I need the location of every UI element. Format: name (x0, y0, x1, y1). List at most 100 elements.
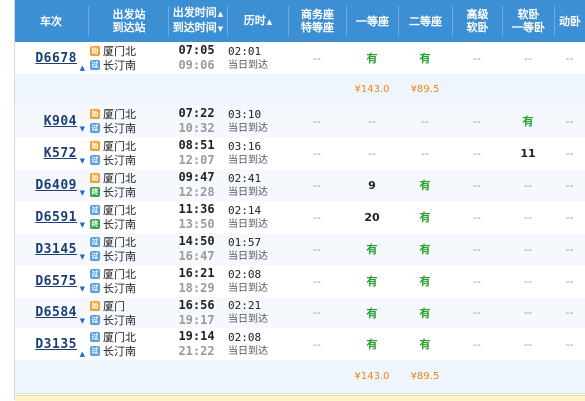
seat-soft-sleeper[interactable]: -- (502, 169, 554, 201)
seat-soft-sleeper[interactable]: -- (502, 265, 554, 297)
to-station: 长汀南 (103, 345, 136, 358)
table-row: K904 ▼ 始厦门北过长汀南 07:22 10:32 03:10 当日到达 -- -- -- --… (15, 105, 585, 138)
seat-business[interactable]: -- (288, 42, 346, 74)
seat-soft-sleeper[interactable]: -- (502, 328, 554, 360)
seat-high-soft-sleeper[interactable]: -- (452, 233, 502, 265)
seat-motor-sleeper[interactable]: -- (554, 233, 585, 265)
seat-first-class[interactable]: -- (346, 137, 398, 169)
to-station: 长汀南 (103, 186, 136, 199)
expand-down-icon[interactable]: ▼ (80, 125, 85, 133)
seat-business[interactable]: -- (288, 105, 346, 137)
expand-down-icon[interactable]: ▼ (80, 285, 85, 293)
seat-high-soft-sleeper[interactable]: -- (452, 328, 502, 360)
train-number-cell: D6678 ▲ (15, 42, 87, 74)
seat-motor-sleeper[interactable]: -- (554, 201, 585, 233)
seat-business[interactable]: -- (288, 169, 346, 201)
sort-duration-icon[interactable]: ▲ (267, 18, 272, 26)
seat-second-class-value: 有 (419, 179, 431, 192)
seat-business[interactable]: -- (288, 328, 346, 360)
seat-first-class[interactable]: 有 (346, 328, 398, 360)
expand-down-icon[interactable]: ▼ (80, 317, 85, 325)
seat-first-class[interactable]: 9 (346, 169, 398, 201)
seat-business[interactable]: -- (288, 201, 346, 233)
seat-motor-sleeper[interactable]: -- (554, 328, 585, 360)
duration-cell: 02:21 当日到达 (228, 297, 288, 328)
seat-second-class-value: 有 (419, 306, 431, 320)
seat-first-class-value: 有 (366, 52, 378, 65)
price-first-class-cell: ¥143.0 (346, 74, 398, 105)
seat-motor-sleeper-value: -- (565, 51, 574, 65)
seat-first-class[interactable]: 有 (346, 42, 398, 74)
seat-first-class[interactable]: 20 (346, 201, 398, 233)
expand-down-icon[interactable]: ▼ (80, 157, 85, 165)
seat-second-class[interactable]: 有 (398, 265, 452, 297)
seat-motor-sleeper[interactable]: -- (554, 137, 585, 169)
seat-first-class-value: 有 (366, 306, 378, 320)
seat-high-soft-sleeper[interactable]: -- (452, 169, 502, 201)
train-number-cell: D6584 ▼ (15, 297, 87, 328)
notice-bar (15, 395, 585, 401)
seat-motor-sleeper[interactable]: -- (554, 297, 585, 328)
seat-soft-sleeper[interactable]: -- (502, 42, 554, 74)
expand-up-icon[interactable]: ▲ (80, 350, 85, 358)
seat-soft-sleeper[interactable]: 有 (502, 105, 554, 137)
expand-up-icon[interactable]: ▲ (80, 64, 85, 72)
header-times[interactable]: 出发时间▲ 到达时间▼ (169, 0, 227, 42)
train-number-link[interactable]: K904 (44, 114, 77, 129)
seat-high-soft-sleeper[interactable]: -- (452, 137, 502, 169)
seat-business[interactable]: -- (288, 297, 346, 328)
arrival-time: 09:06 (178, 58, 215, 72)
train-number-link[interactable]: D6591 (35, 210, 77, 225)
train-number-link[interactable]: D6678 (35, 51, 77, 66)
train-number-link[interactable]: K572 (44, 146, 77, 161)
train-number-link[interactable]: D6409 (35, 178, 77, 193)
departure-time: 07:22 (178, 106, 215, 120)
seat-high-soft-sleeper[interactable]: -- (452, 297, 502, 328)
header-duration[interactable]: 历时▲ (228, 0, 288, 42)
seat-second-class[interactable]: -- (398, 105, 452, 137)
expand-down-icon[interactable]: ▼ (80, 189, 85, 197)
seat-motor-sleeper[interactable]: -- (554, 42, 585, 74)
expand-down-icon[interactable]: ▼ (80, 221, 85, 229)
stations-cell: 过厦门北终长汀南 (90, 201, 166, 233)
arrival-time: 21:22 (178, 344, 215, 358)
seat-soft-sleeper[interactable]: -- (502, 297, 554, 328)
train-number-cell: D3145 ▼ (15, 233, 87, 265)
seat-second-class[interactable]: 有 (398, 169, 452, 201)
train-number-link[interactable]: D3135 (35, 337, 77, 352)
table-row: D3135 ▲ 过厦门北过长汀南 19:14 21:22 02:08 当日到达 -- 有有 -- -… (15, 328, 585, 361)
seat-high-soft-sleeper[interactable]: -- (452, 201, 502, 233)
seat-high-soft-sleeper[interactable]: -- (452, 105, 502, 137)
seat-soft-sleeper[interactable]: 11 (502, 137, 554, 169)
seat-first-class[interactable]: 有 (346, 233, 398, 265)
seat-business[interactable]: -- (288, 265, 346, 297)
seat-second-class[interactable]: -- (398, 137, 452, 169)
seat-soft-sleeper[interactable]: -- (502, 201, 554, 233)
seat-motor-sleeper[interactable]: -- (554, 169, 585, 201)
arrival-day: 当日到达 (228, 59, 268, 71)
seat-business[interactable]: -- (288, 233, 346, 265)
seat-second-class[interactable]: 有 (398, 328, 452, 360)
seat-business[interactable]: -- (288, 137, 346, 169)
price-second-class-cell: ¥89.5 (398, 360, 452, 393)
station-badge-icon: 始 (90, 173, 100, 183)
seat-high-soft-sleeper[interactable]: -- (452, 42, 502, 74)
train-number-link[interactable]: D6575 (35, 274, 77, 289)
train-number-link[interactable]: D6584 (35, 305, 77, 320)
seat-motor-sleeper[interactable]: -- (554, 265, 585, 297)
train-number-link[interactable]: D3145 (35, 242, 77, 257)
expand-down-icon[interactable]: ▼ (80, 253, 85, 261)
seat-second-class[interactable]: 有 (398, 201, 452, 233)
duration: 03:10 (228, 107, 262, 121)
seat-first-class[interactable]: -- (346, 105, 398, 137)
sort-down-icon[interactable]: ▼ (218, 25, 223, 33)
sort-up-icon[interactable]: ▲ (218, 10, 223, 18)
seat-first-class[interactable]: 有 (346, 265, 398, 297)
seat-soft-sleeper[interactable]: -- (502, 233, 554, 265)
seat-second-class[interactable]: 有 (398, 233, 452, 265)
seat-first-class[interactable]: 有 (346, 297, 398, 328)
seat-motor-sleeper[interactable]: -- (554, 105, 585, 137)
seat-high-soft-sleeper[interactable]: -- (452, 265, 502, 297)
seat-second-class[interactable]: 有 (398, 42, 452, 74)
seat-second-class[interactable]: 有 (398, 297, 452, 328)
